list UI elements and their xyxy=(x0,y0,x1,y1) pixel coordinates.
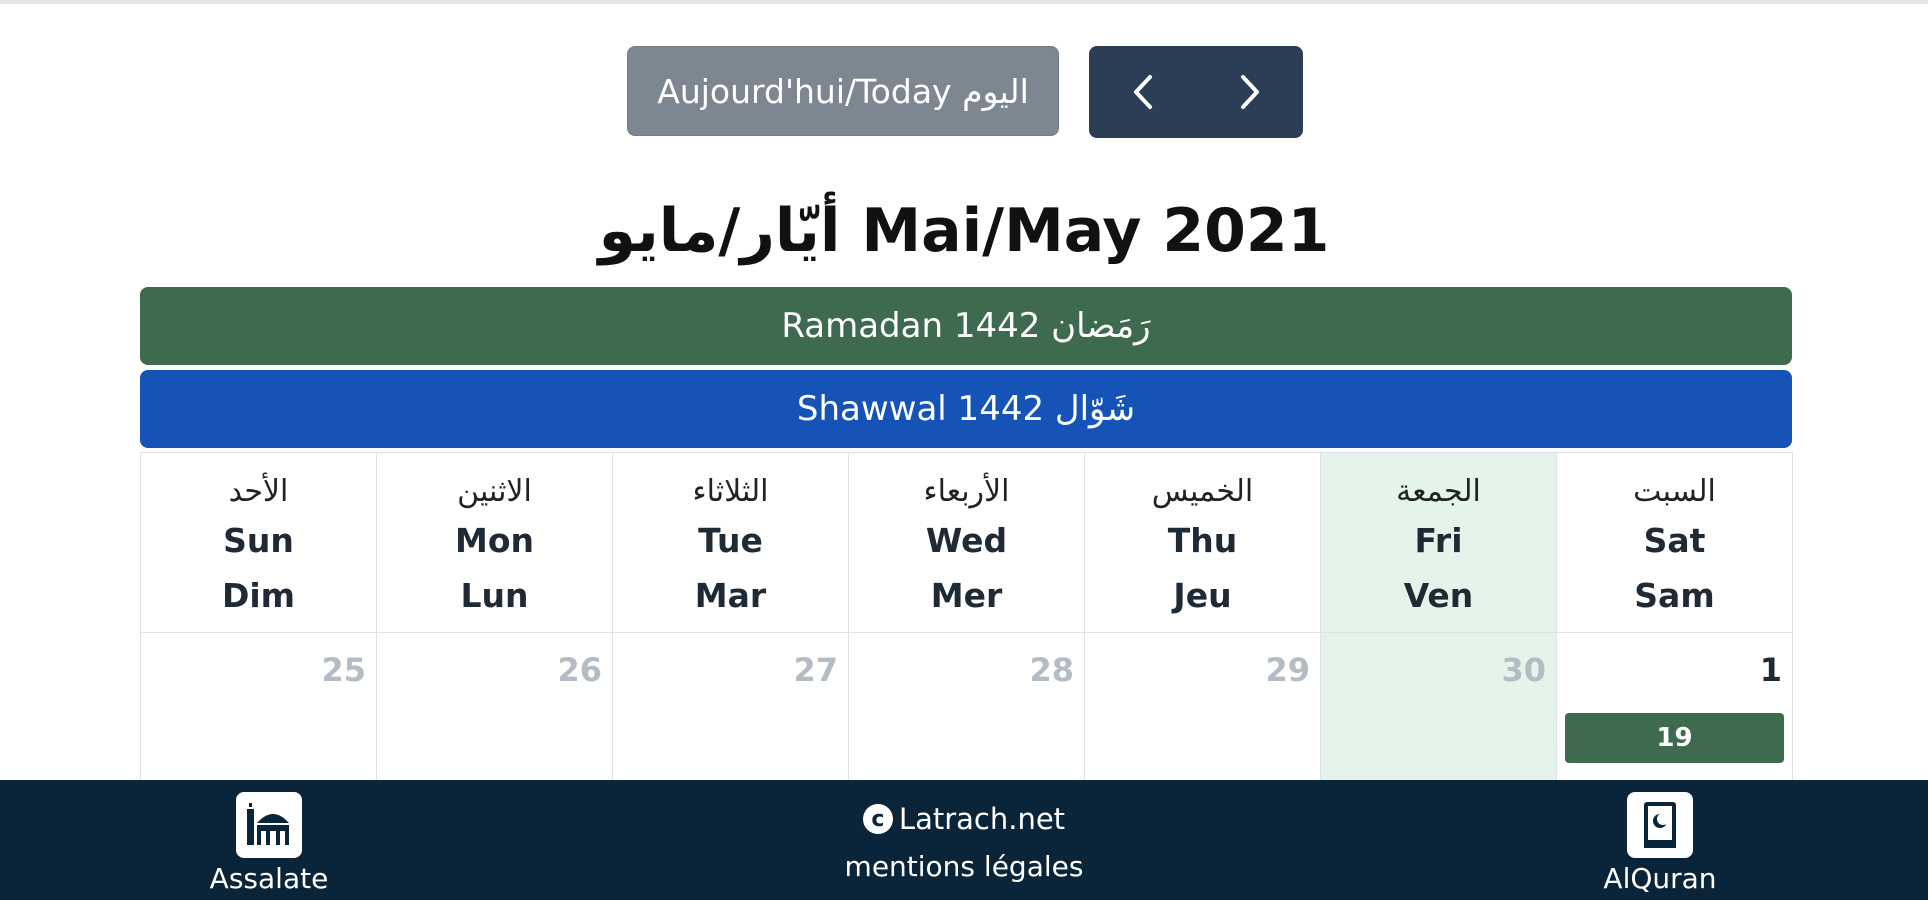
assalate-label: Assalate xyxy=(209,862,329,895)
weekday-label-ar: الخميس xyxy=(1151,474,1254,509)
weekday-label-fr: Mer xyxy=(930,576,1003,615)
nav-button-group xyxy=(1089,46,1303,138)
weekday-label-fr: Lun xyxy=(460,576,529,615)
weekday-label-fr: Sam xyxy=(1634,576,1715,615)
calendar-toolbar: Aujourd'hui/Today اليوم xyxy=(0,46,1928,138)
day-number: 27 xyxy=(793,651,838,689)
today-button[interactable]: Aujourd'hui/Today اليوم xyxy=(627,46,1059,136)
weekday-label-ar: السبت xyxy=(1633,474,1716,509)
weekday-label-en: Thu xyxy=(1167,521,1238,560)
weekday-label-en: Fri xyxy=(1414,521,1463,560)
weekday-label-ar: الثلاثاء xyxy=(692,474,769,509)
day-number: 30 xyxy=(1501,651,1546,689)
day-cell[interactable]: 1 19 xyxy=(1557,632,1793,780)
mosque-icon xyxy=(236,792,302,858)
weekday-label-en: Sat xyxy=(1643,521,1706,560)
day-number: 28 xyxy=(1029,651,1074,689)
footer-bar: Assalate c Latrach.net mentions légales … xyxy=(0,780,1928,900)
hijri-month-bar: Ramadan 1442 رَمَضان xyxy=(140,287,1792,365)
chevron-right-icon xyxy=(1240,75,1259,109)
day-cell[interactable]: 29 xyxy=(1085,632,1321,780)
weekday-header: الثلاثاء Tue Mar xyxy=(613,452,849,632)
copyright-label: Latrach.net xyxy=(898,802,1066,836)
weekday-label-en: Wed xyxy=(925,521,1008,560)
weekday-label-fr: Mar xyxy=(694,576,767,615)
weekday-label-en: Sun xyxy=(223,521,294,560)
weekday-label-fr: Jeu xyxy=(1173,576,1232,615)
day-cell[interactable]: 27 xyxy=(613,632,849,780)
weekday-header: الخميس Thu Jeu xyxy=(1085,452,1321,632)
chevron-left-icon xyxy=(1133,75,1152,109)
weekday-header: السبت Sat Sam xyxy=(1557,452,1793,632)
assalate-link[interactable]: Assalate xyxy=(196,792,342,895)
weekday-label-fr: Dim xyxy=(221,576,296,615)
alquran-label: AlQuran xyxy=(1603,862,1717,895)
weekday-header: الأحد Sun Dim xyxy=(141,452,377,632)
weekday-label-ar: الأحد xyxy=(228,474,289,509)
weekday-label-ar: الاثنين xyxy=(457,474,532,509)
legal-notice-link[interactable]: mentions légales xyxy=(845,850,1084,883)
top-border xyxy=(0,0,1928,4)
weekday-header: الاثنين Mon Lun xyxy=(377,452,613,632)
legal-links: c Latrach.net mentions légales xyxy=(800,802,1128,883)
weekday-label-fr: Ven xyxy=(1403,576,1474,615)
weekday-label-ar: الجمعة xyxy=(1396,474,1481,509)
day-cell[interactable]: 25 xyxy=(141,632,377,780)
weekday-label-en: Mon xyxy=(454,521,534,560)
weekday-label-en: Tue xyxy=(698,521,763,560)
hijri-month-bar: Shawwal 1442 شَوّال xyxy=(140,370,1792,448)
next-month-button[interactable] xyxy=(1196,46,1303,138)
hijri-day-badge[interactable]: 19 xyxy=(1565,713,1784,763)
alquran-link[interactable]: AlQuran xyxy=(1595,792,1725,895)
day-cell[interactable]: 26 xyxy=(377,632,613,780)
day-number: 1 xyxy=(1759,651,1782,689)
copyright-link[interactable]: c Latrach.net xyxy=(862,802,1066,836)
prev-month-button[interactable] xyxy=(1089,46,1196,138)
weekday-label-ar: الأربعاء xyxy=(923,474,1010,509)
day-cell-friday[interactable]: 30 xyxy=(1321,632,1557,780)
month-title: أيّار/مايو Mai/May 2021 xyxy=(598,196,1330,266)
weekday-header: الأربعاء Wed Mer xyxy=(849,452,1085,632)
day-number: 26 xyxy=(557,651,602,689)
copyright-icon: c xyxy=(862,804,893,834)
day-number: 25 xyxy=(321,651,366,689)
day-number: 29 xyxy=(1265,651,1310,689)
weekday-header-friday: الجمعة Fri Ven xyxy=(1321,452,1557,632)
quran-book-icon xyxy=(1627,792,1693,858)
calendar-grid: الأحد Sun Dim الاثنين Mon Lun الثلاثاء T… xyxy=(140,452,1793,780)
day-cell[interactable]: 28 xyxy=(849,632,1085,780)
